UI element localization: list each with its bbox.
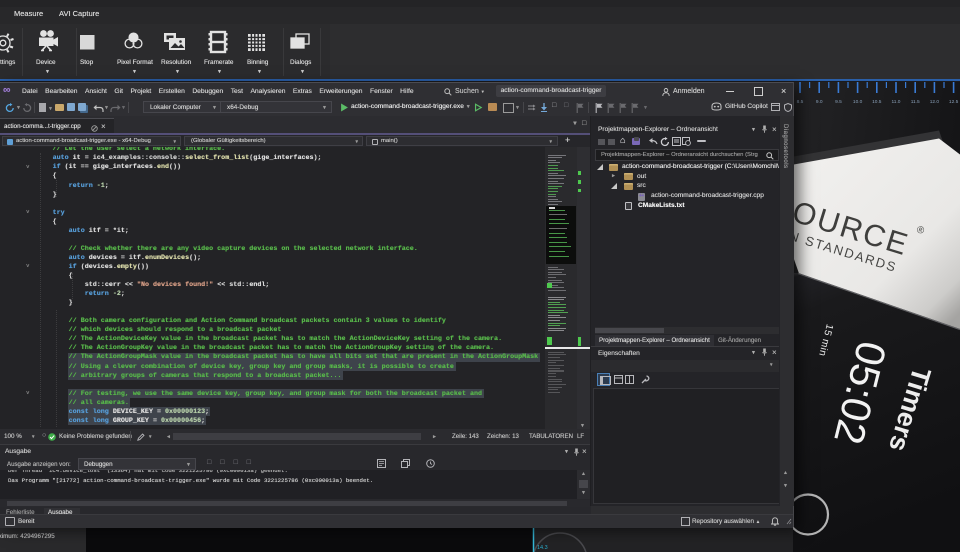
- svg-text:8.5: 8.5: [797, 99, 804, 105]
- svg-text:9.5: 9.5: [835, 99, 842, 105]
- svg-text:12.5: 12.5: [949, 99, 959, 105]
- svg-text:11.0: 11.0: [892, 99, 901, 105]
- svg-text:12.0: 12.0: [930, 99, 940, 105]
- svg-text:11.5: 11.5: [911, 99, 920, 105]
- svg-text:14.3: 14.3: [537, 545, 548, 551]
- svg-text:10.5: 10.5: [872, 99, 882, 105]
- svg-text:9.0: 9.0: [816, 99, 823, 105]
- svg-text:10.0: 10.0: [853, 99, 863, 105]
